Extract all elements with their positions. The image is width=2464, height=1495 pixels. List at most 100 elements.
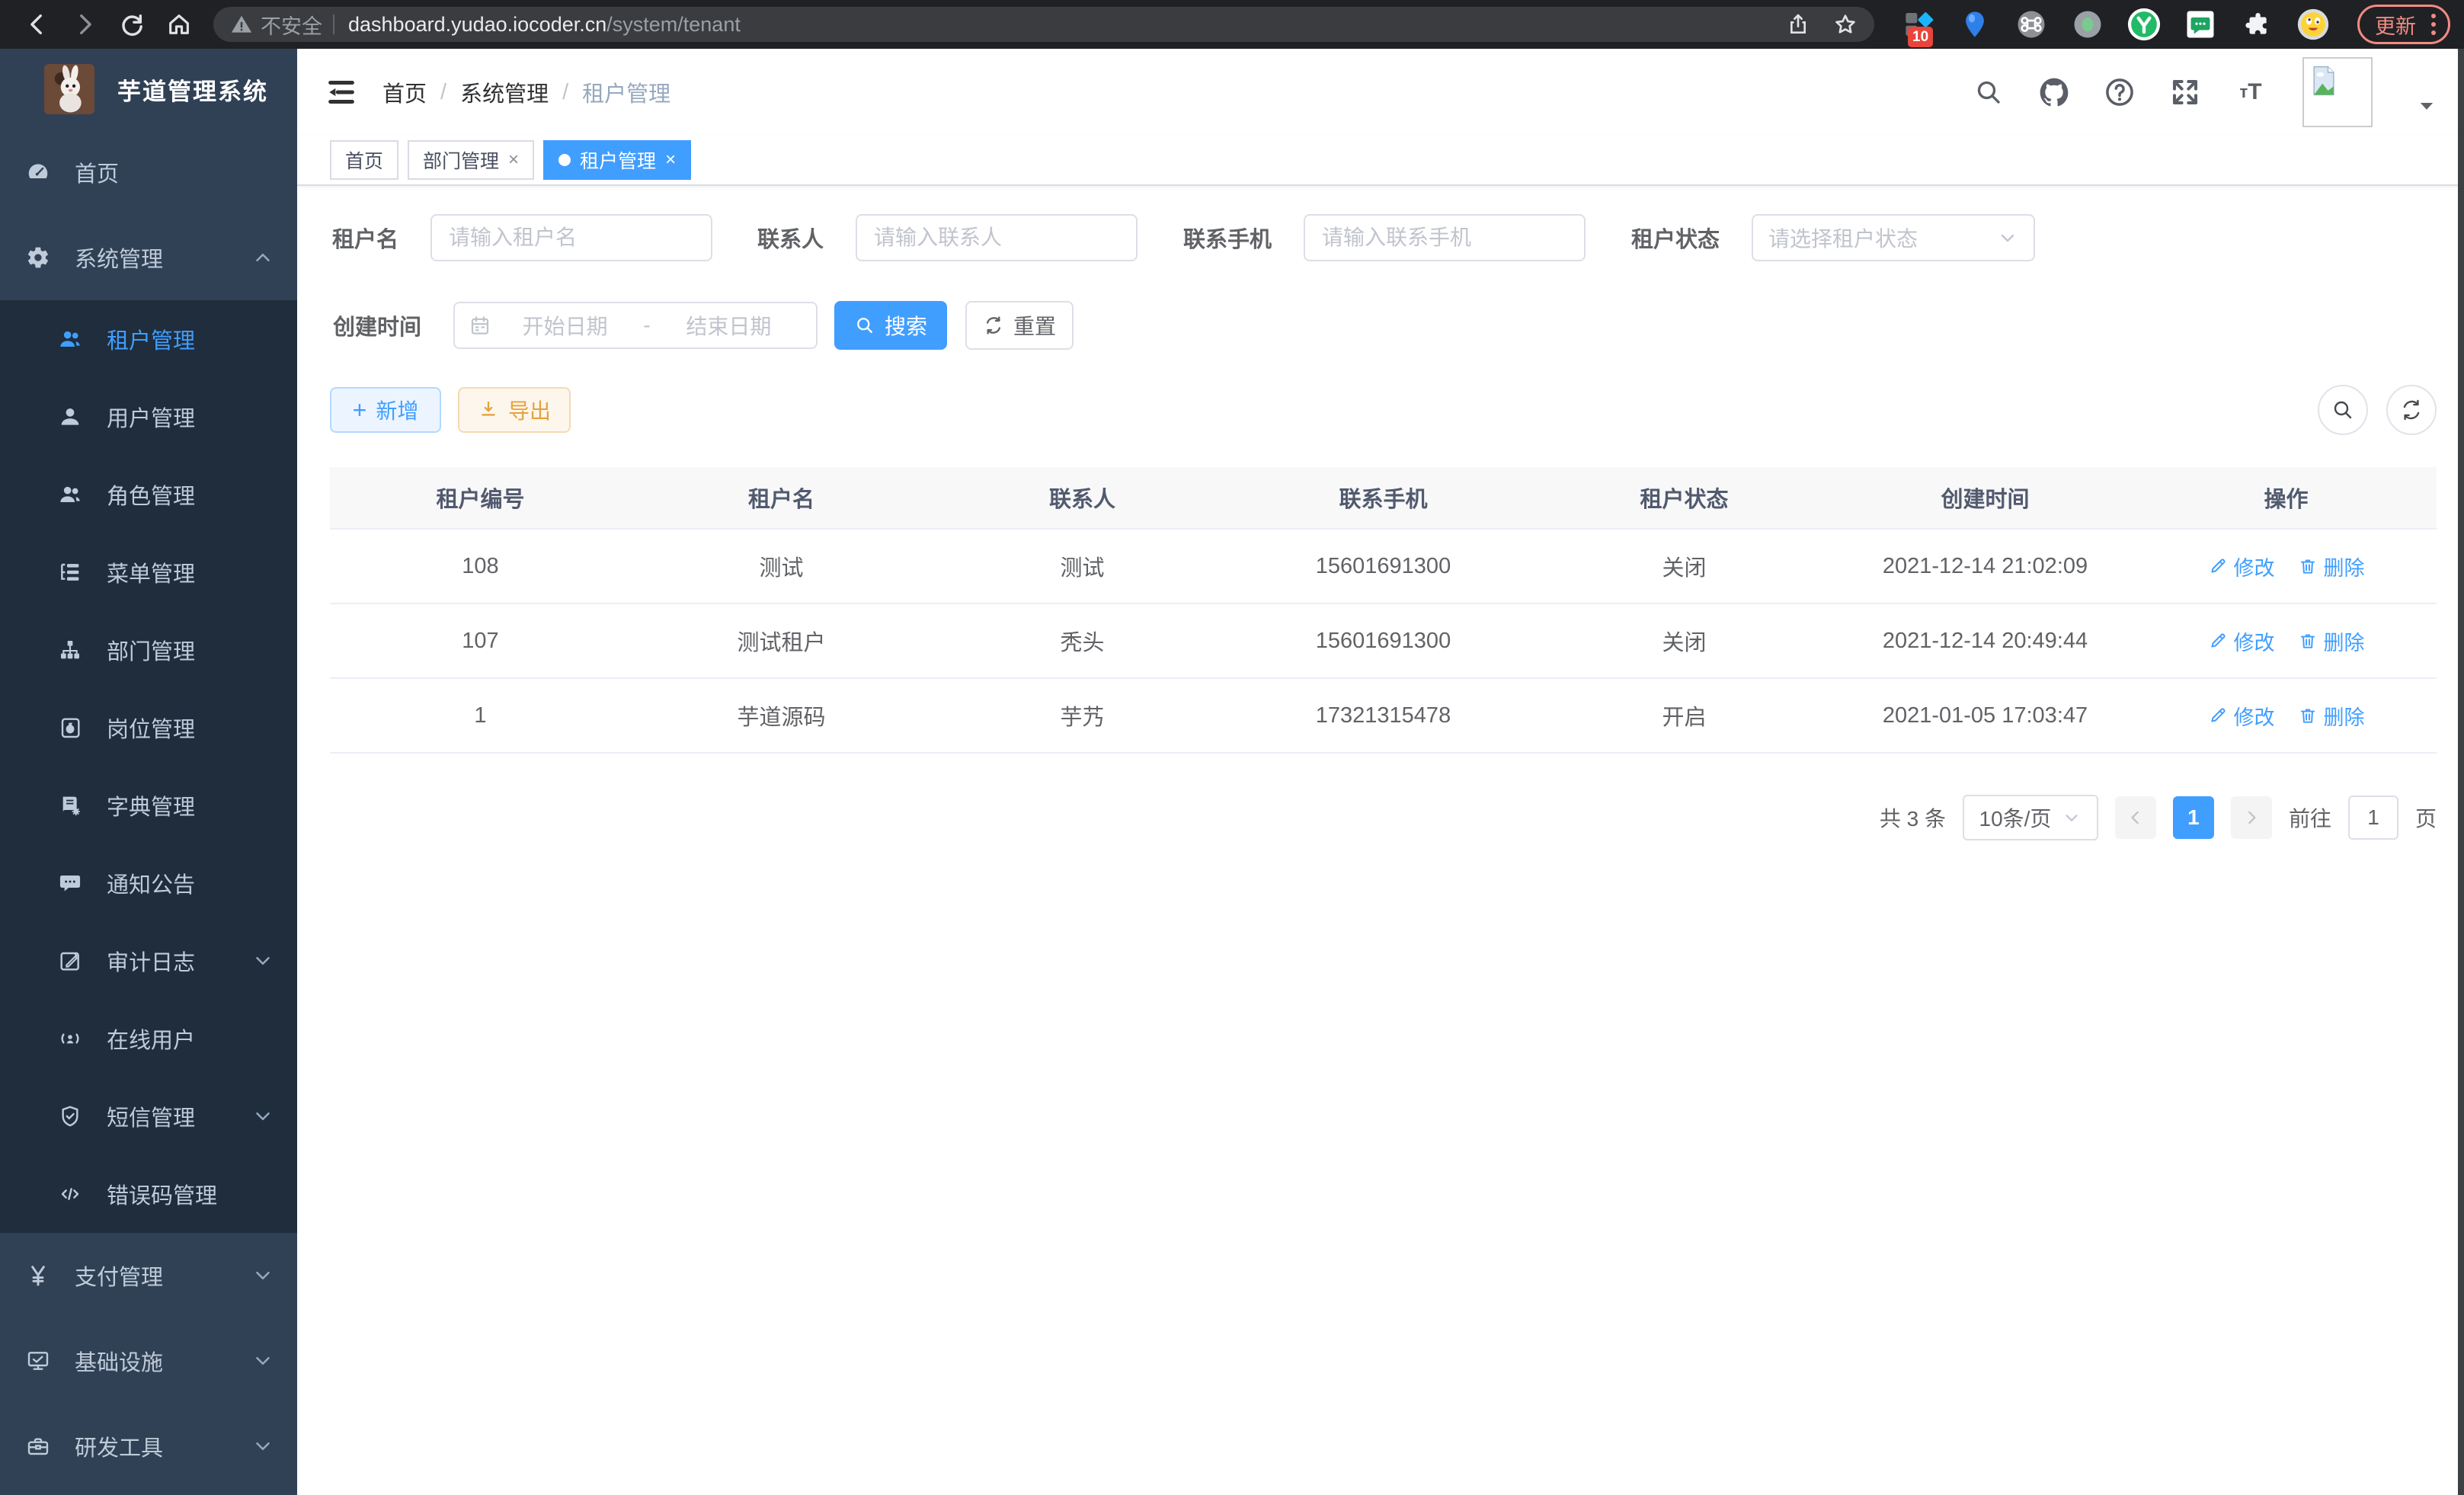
dashboard-icon: [25, 159, 51, 185]
sidebar-item-home[interactable]: 首页: [0, 130, 297, 215]
extension-dot-icon[interactable]: [2071, 8, 2104, 41]
cell-mobile: 15601691300: [1233, 629, 1534, 654]
sidebar: 芋道管理系统 首页 系统管理 租户管理 用户管理: [0, 49, 297, 1495]
contact-input[interactable]: [856, 214, 1138, 261]
font-size-icon[interactable]: тT: [2234, 75, 2267, 109]
mobile-input[interactable]: [1304, 214, 1586, 261]
url-bar[interactable]: 不安全 dashboard.yudao.iocoder.cn/system/te…: [213, 7, 1874, 42]
table-toolbar: + 新增 导出: [330, 385, 2437, 435]
sidebar-item-menu[interactable]: 菜单管理: [0, 533, 297, 611]
create-time-label: 创建时间: [330, 309, 421, 341]
chevron-down-icon: [1997, 227, 2018, 248]
sidebar-item-infra[interactable]: 基础设施: [0, 1318, 297, 1404]
window-scrollbar[interactable]: [2458, 49, 2464, 1495]
monitor-icon: [25, 1348, 51, 1374]
sidebar-item-pay[interactable]: 支付管理: [0, 1233, 297, 1318]
search-button-label: 搜索: [885, 310, 927, 341]
add-button[interactable]: + 新增: [330, 387, 441, 433]
edit-square-icon: [57, 948, 83, 974]
browser-reload-icon[interactable]: [108, 3, 155, 46]
create-time-range-picker[interactable]: 开始日期 - 结束日期: [453, 302, 818, 349]
extension-workflow-icon[interactable]: 10: [1902, 8, 1935, 41]
chevron-down-icon: [251, 1435, 274, 1458]
badge-icon: [57, 715, 83, 741]
sidebar-item-audit-log[interactable]: 审计日志: [0, 922, 297, 1000]
github-icon[interactable]: [2037, 75, 2071, 109]
goto-page-input[interactable]: [2348, 796, 2398, 840]
tenant-name-input[interactable]: [430, 214, 712, 261]
browser-forward-icon[interactable]: [61, 3, 108, 46]
sidebar-item-system[interactable]: 系统管理: [0, 215, 297, 300]
security-warning-icon[interactable]: [230, 13, 253, 36]
cell-created: 2021-01-05 17:03:47: [1835, 703, 2136, 728]
profile-avatar-icon[interactable]: [2296, 8, 2330, 41]
delete-link[interactable]: 删除: [2298, 552, 2365, 581]
col-tenant-id: 租户编号: [330, 482, 631, 514]
reset-button[interactable]: 重置: [965, 301, 1074, 350]
sidebar-item-sms[interactable]: 短信管理: [0, 1077, 297, 1155]
hide-search-button[interactable]: [2318, 385, 2368, 435]
extension-chat-icon[interactable]: [2184, 8, 2217, 41]
cell-created: 2021-12-14 21:02:09: [1835, 554, 2136, 579]
chevron-down-icon: [251, 1264, 274, 1287]
sidebar-item-user[interactable]: 用户管理: [0, 378, 297, 456]
tab-close-icon[interactable]: ×: [665, 149, 676, 171]
total-count: 共 3 条: [1880, 802, 1946, 833]
bookmark-star-icon[interactable]: [1833, 12, 1858, 37]
breadcrumb-separator: /: [562, 80, 568, 105]
edit-link[interactable]: 修改: [2208, 626, 2275, 656]
edit-link[interactable]: 修改: [2208, 552, 2275, 581]
tab-home[interactable]: 首页: [330, 140, 398, 180]
delete-link[interactable]: 删除: [2298, 626, 2365, 656]
fullscreen-icon[interactable]: [2168, 75, 2202, 109]
delete-link[interactable]: 删除: [2298, 701, 2365, 731]
broadcast-icon: [57, 1026, 83, 1052]
tab-close-icon[interactable]: ×: [508, 149, 519, 171]
status-select[interactable]: 请选择租户状态: [1752, 214, 2035, 261]
browser-menu-icon[interactable]: [2427, 14, 2440, 35]
sidebar-item-label: 支付管理: [75, 1260, 251, 1292]
sidebar-item-label: 菜单管理: [107, 556, 274, 588]
prev-page-button[interactable]: [2115, 796, 2156, 839]
tab-tenant[interactable]: 租户管理 ×: [543, 140, 691, 180]
extension-balloon-icon[interactable]: [1958, 8, 1992, 41]
update-button[interactable]: 更新: [2357, 5, 2450, 44]
cell-tenant-id: 108: [330, 554, 631, 579]
browser-back-icon[interactable]: [14, 3, 61, 46]
extension-command-icon[interactable]: [2014, 8, 2048, 41]
sidebar-item-dict[interactable]: 字典管理: [0, 767, 297, 844]
breadcrumb-system[interactable]: 系统管理: [460, 76, 549, 108]
sidebar-item-notice[interactable]: 通知公告: [0, 844, 297, 922]
search-icon[interactable]: [1972, 75, 2005, 109]
sidebar-item-error-code[interactable]: 错误码管理: [0, 1155, 297, 1233]
yen-icon: [25, 1263, 51, 1289]
export-button[interactable]: 导出: [458, 387, 571, 433]
sidebar-item-dev-tools[interactable]: 研发工具: [0, 1404, 297, 1489]
logo-row[interactable]: 芋道管理系统: [0, 49, 297, 130]
share-icon[interactable]: [1786, 12, 1810, 37]
page-size-select[interactable]: 10条/页: [1963, 795, 2098, 840]
user-menu-caret-icon[interactable]: [2417, 96, 2437, 116]
sidebar-item-role[interactable]: 角色管理: [0, 456, 297, 533]
avatar[interactable]: [2302, 57, 2373, 127]
breadcrumb-separator: /: [440, 80, 446, 105]
sidebar-item-label: 字典管理: [107, 789, 274, 821]
breadcrumb-home[interactable]: 首页: [382, 76, 427, 108]
sidebar-item-tenant[interactable]: 租户管理: [0, 300, 297, 378]
extension-y-icon[interactable]: [2127, 8, 2161, 41]
extensions-puzzle-icon[interactable]: [2240, 8, 2274, 41]
sidebar-collapse-icon[interactable]: [323, 74, 360, 110]
sidebar-item-online-user[interactable]: 在线用户: [0, 1000, 297, 1077]
tab-dept[interactable]: 部门管理 ×: [408, 140, 534, 180]
page-number-current[interactable]: 1: [2173, 796, 2214, 839]
sidebar-item-dept[interactable]: 部门管理: [0, 611, 297, 689]
sidebar-item-post[interactable]: 岗位管理: [0, 689, 297, 767]
search-button[interactable]: 搜索: [834, 301, 947, 350]
help-icon[interactable]: [2103, 75, 2136, 109]
pagination: 共 3 条 10条/页 1 前往 页: [330, 795, 2437, 840]
edit-link[interactable]: 修改: [2208, 701, 2275, 731]
refresh-table-button[interactable]: [2386, 385, 2437, 435]
security-label[interactable]: 不安全: [261, 10, 322, 40]
browser-home-icon[interactable]: [155, 3, 203, 46]
next-page-button[interactable]: [2231, 796, 2272, 839]
